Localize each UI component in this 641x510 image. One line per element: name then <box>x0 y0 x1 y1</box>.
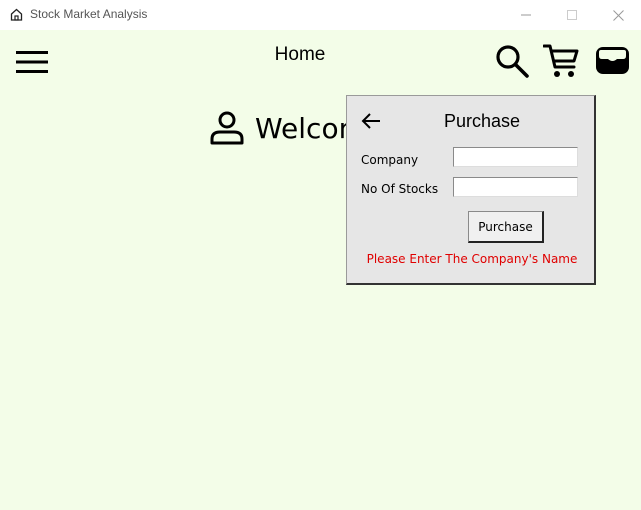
hamburger-menu-icon[interactable] <box>16 50 48 74</box>
purchase-button[interactable]: Purchase <box>468 211 544 243</box>
maximize-button[interactable] <box>549 0 595 30</box>
purchase-dialog: Purchase Company No Of Stocks Purchase P… <box>346 95 596 285</box>
error-message: Please Enter The Company's Name <box>366 252 578 266</box>
back-arrow-icon[interactable] <box>361 111 381 131</box>
close-button[interactable] <box>595 0 641 30</box>
search-icon[interactable] <box>495 44 529 78</box>
company-label: Company <box>361 153 419 167</box>
wallet-icon[interactable] <box>595 44 630 76</box>
stocks-count-input[interactable] <box>453 177 578 197</box>
minimize-button[interactable] <box>503 0 549 30</box>
maximize-icon <box>567 10 577 20</box>
title-bar: Stock Market Analysis <box>0 0 641 30</box>
company-input[interactable] <box>453 147 578 167</box>
dialog-title: Purchase <box>443 111 521 131</box>
minimize-icon <box>521 14 531 16</box>
user-icon <box>210 111 244 145</box>
page-title: Home <box>274 44 326 65</box>
cart-icon[interactable] <box>543 43 579 79</box>
stocks-count-label: No Of Stocks <box>361 182 439 196</box>
window-title: Stock Market Analysis <box>30 7 148 21</box>
home-icon <box>10 8 23 21</box>
close-icon <box>612 9 624 21</box>
